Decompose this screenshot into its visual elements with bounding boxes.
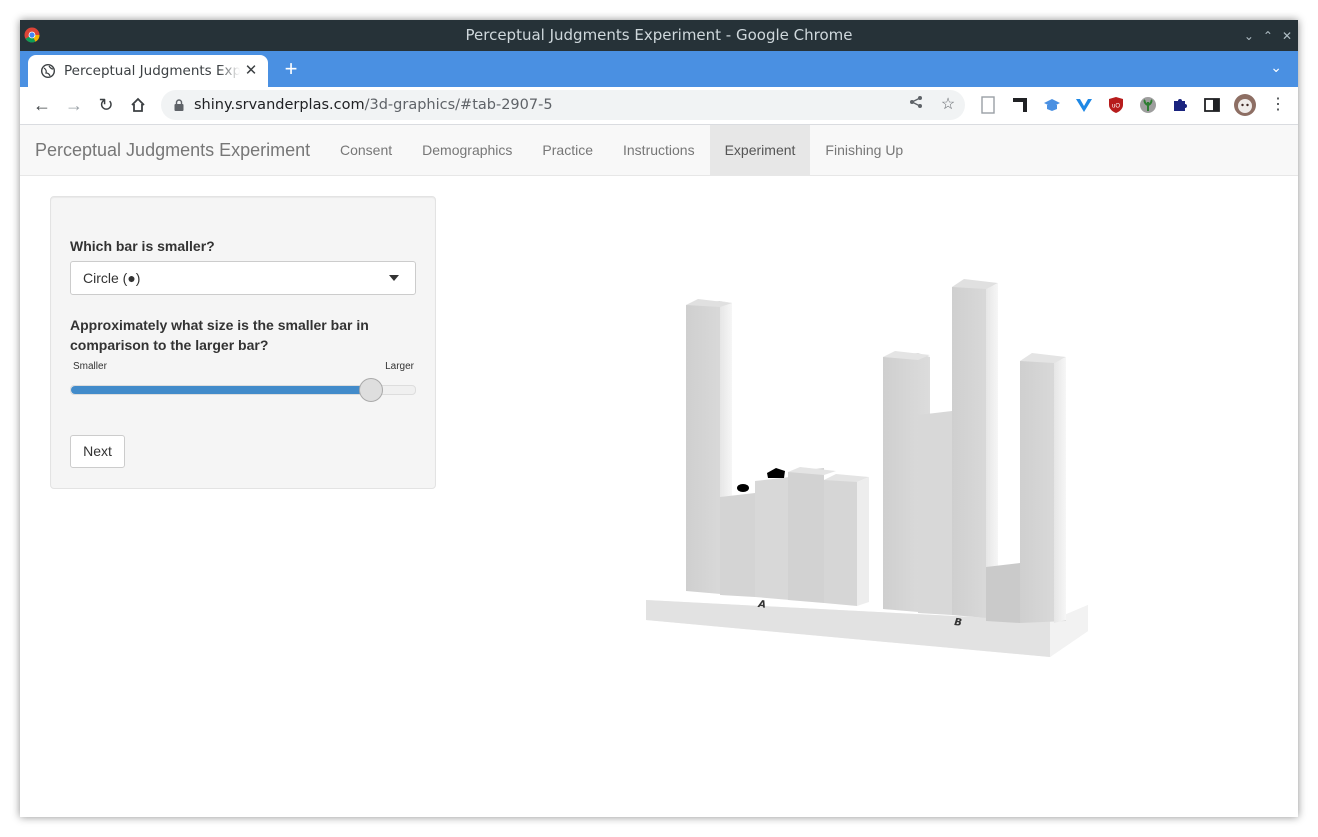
browser-toolbar: ← → ↻ shiny.srvanderplas.com/3d-graphics…	[20, 87, 1298, 125]
tab-practice[interactable]: Practice	[527, 125, 608, 175]
profile-avatar[interactable]	[1234, 94, 1256, 116]
tab-title: Perceptual Judgments Experiment - Google…	[64, 63, 240, 79]
bar-group-b	[883, 279, 1066, 623]
browser-window: Perceptual Judgments Experiment - Google…	[20, 20, 1298, 817]
question-size-label: Approximately what size is the smaller b…	[70, 317, 369, 353]
share-icon[interactable]	[906, 95, 926, 115]
app-navbar: Perceptual Judgments Experiment Consent …	[20, 125, 1298, 176]
close-window-icon[interactable]: ✕	[1282, 30, 1292, 42]
puzzle-extensions-icon[interactable]	[1171, 96, 1189, 114]
size-slider[interactable]	[70, 378, 416, 402]
caret-down-icon	[389, 275, 399, 281]
bar-group-a	[686, 299, 869, 606]
globe-icon	[41, 64, 55, 78]
graduation-cap-extension-icon[interactable]	[1043, 96, 1061, 114]
tab-demographics[interactable]: Demographics	[407, 125, 527, 175]
window-title: Perceptual Judgments Experiment - Google…	[465, 26, 853, 44]
url-path: /3d-graphics/#tab-2907-5	[364, 97, 553, 113]
v-logo-extension-icon[interactable]	[1075, 96, 1093, 114]
tab-strip: Perceptual Judgments Experiment - Google…	[20, 51, 1298, 87]
select-value: Circle (●)	[83, 270, 141, 286]
slider-max-label: Larger	[385, 361, 414, 372]
address-bar[interactable]: shiny.srvanderplas.com/3d-graphics/#tab-…	[161, 90, 965, 120]
triangle-marker	[767, 468, 785, 478]
app-brand[interactable]: Perceptual Judgments Experiment	[35, 125, 310, 175]
black-corner-extension-icon[interactable]	[1011, 96, 1029, 114]
new-tab-button[interactable]: +	[280, 55, 302, 83]
close-tab-icon[interactable]: ✕	[242, 62, 260, 80]
tab-consent[interactable]: Consent	[325, 125, 407, 175]
minimize-icon[interactable]: ⌄	[1244, 30, 1254, 42]
forward-icon[interactable]: →	[61, 92, 87, 118]
tab-experiment[interactable]: Experiment	[709, 125, 811, 175]
green-plant-extension-icon[interactable]	[1139, 96, 1157, 114]
slider-min-label: Smaller	[73, 361, 107, 372]
smaller-bar-select[interactable]: Circle (●)	[70, 261, 416, 295]
side-panel-icon[interactable]	[1203, 96, 1221, 114]
slider-fill	[71, 386, 371, 394]
nav-tabs: Consent Demographics Practice Instructio…	[325, 125, 918, 175]
back-icon[interactable]: ←	[29, 92, 55, 118]
chrome-logo-icon	[24, 27, 40, 43]
question-panel: Which bar is smaller? Circle (●) Approxi…	[50, 196, 436, 489]
reload-icon[interactable]: ↻	[93, 92, 119, 118]
url-text[interactable]: shiny.srvanderplas.com/3d-graphics/#tab-…	[194, 90, 553, 120]
circle-marker	[737, 484, 749, 492]
tab-instructions[interactable]: Instructions	[608, 125, 710, 175]
question-smaller-label: Which bar is smaller?	[70, 238, 215, 254]
bookmark-star-icon[interactable]: ☆	[938, 95, 958, 115]
title-bar: Perceptual Judgments Experiment - Google…	[20, 20, 1298, 51]
base-label-a: A	[757, 599, 767, 611]
svg-text:uO: uO	[1112, 104, 1120, 110]
base-label-b: B	[954, 617, 963, 629]
home-icon[interactable]	[125, 92, 151, 118]
ublock-shield-icon[interactable]: uO	[1107, 96, 1125, 114]
lock-icon	[174, 99, 184, 111]
next-button[interactable]: Next	[70, 435, 125, 468]
tab-finishing-up[interactable]: Finishing Up	[810, 125, 918, 175]
browser-tab[interactable]: Perceptual Judgments Experiment - Google…	[28, 55, 268, 87]
3d-bar-chart-image: A B	[646, 279, 1088, 657]
tab-search-chevron-icon[interactable]: ⌄	[1270, 59, 1282, 76]
kebab-menu-icon[interactable]: ⋮	[1265, 92, 1291, 118]
page-content: Perceptual Judgments Experiment Consent …	[20, 125, 1298, 817]
document-extension-icon[interactable]	[979, 96, 997, 114]
maximize-icon[interactable]: ⌃	[1263, 30, 1273, 42]
url-host: shiny.srvanderplas.com	[194, 97, 365, 113]
slider-handle[interactable]	[359, 378, 384, 402]
